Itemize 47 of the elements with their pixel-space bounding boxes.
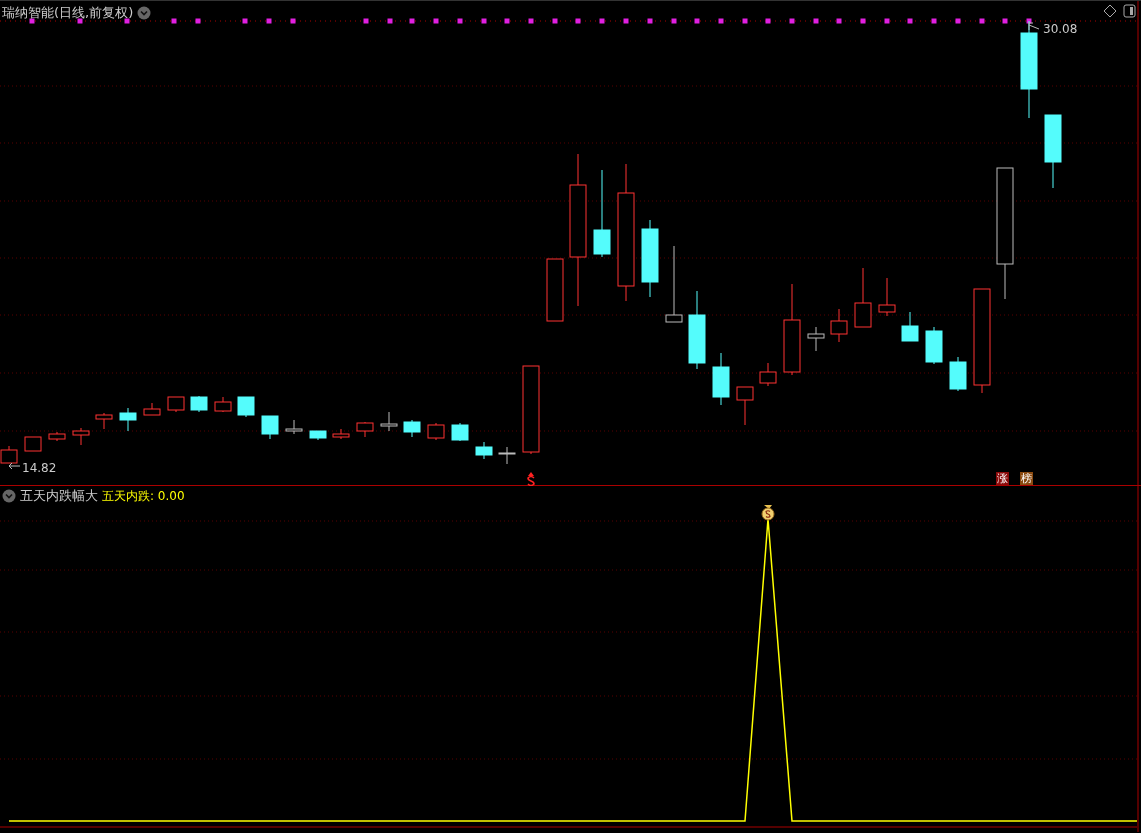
low-price-label: 14.82 [22,460,57,477]
candlestick [925,326,943,365]
arrow-icon [1027,21,1041,31]
candlestick [237,396,255,418]
money-bag-icon [761,505,775,521]
candlestick [451,422,469,442]
candlestick [475,441,493,460]
dropdown-icon[interactable] [2,488,16,503]
arrow-icon [7,462,21,470]
candlestick [143,402,161,416]
candlestick [830,308,848,343]
candlestick [380,411,398,432]
panel-toggle-icon[interactable] [1123,4,1136,18]
candlestick [48,431,66,442]
candlestick [759,362,777,387]
high-price-label: 30.08 [1043,21,1078,38]
candlestick [403,419,421,438]
buy-signal-icon [527,472,535,486]
indicator-name: 五天内跌幅大 [20,487,98,505]
indicator-value: 五天内跌: 0.00 [102,487,185,505]
candlestick [309,430,327,441]
candlestick [72,427,90,446]
candlestick [901,311,919,342]
candlestick [878,277,896,317]
candlestick [949,356,967,392]
candlestick [854,267,872,328]
candlestick [190,395,208,413]
candlestick [546,258,564,322]
candlestick [736,386,754,426]
candlestick [356,421,374,438]
signal-badge: 榜 [1020,472,1033,485]
candlestick [261,415,279,440]
candlestick [119,407,137,432]
candlestick [24,436,42,452]
candlestick [332,428,350,440]
diamond-icon[interactable] [1103,4,1117,18]
candlestick [807,326,825,352]
candlestick [427,422,445,441]
candlestick [712,352,730,406]
chart-title: 瑞纳智能(日线,前复权) [2,4,134,22]
candlestick [498,446,516,465]
candlestick [214,396,232,413]
candlestick [95,412,113,430]
candlestick [285,419,303,435]
dropdown-icon[interactable] [137,5,152,20]
signal-badge: 涨 [996,472,1009,485]
candlestick [167,396,185,413]
